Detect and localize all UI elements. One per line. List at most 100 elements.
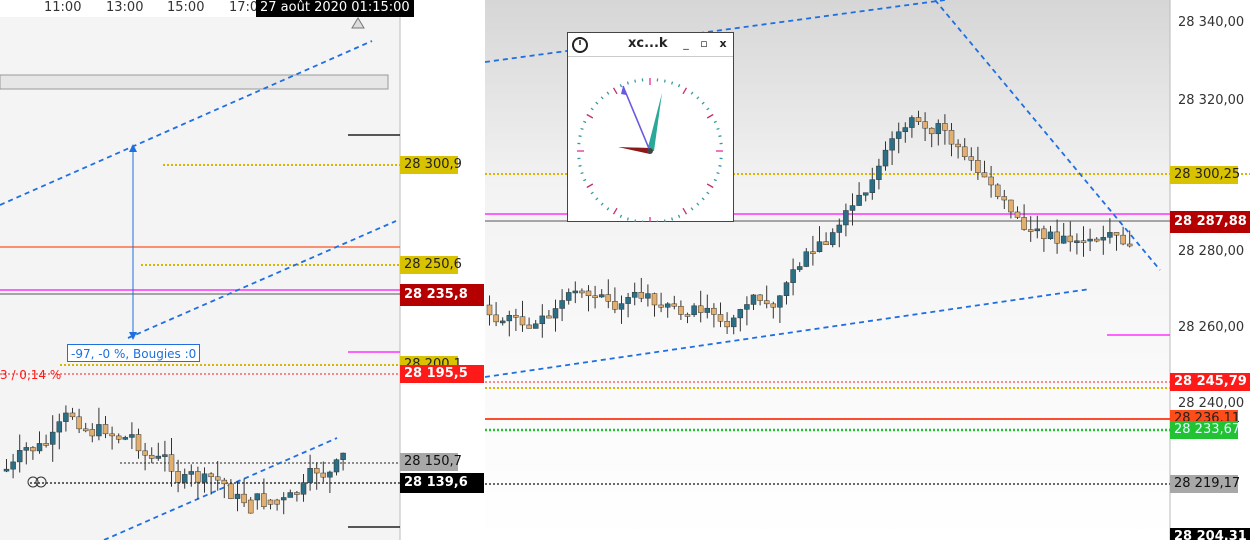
clock-tick [718,164,722,167]
clock-tick [671,81,674,85]
candle [1100,237,1107,241]
candle [69,412,76,418]
candle [816,241,823,253]
clock-tick [586,183,594,189]
candle [1080,240,1087,243]
price-label: 28 233,67 [1170,421,1240,439]
maximize-button[interactable]: ▫ [697,36,711,52]
candle [115,435,122,440]
candle [506,315,513,322]
candle [340,452,346,460]
candle [1014,211,1021,218]
candle [201,473,208,483]
close-button[interactable]: x [716,36,730,52]
time-label: 13:00 [106,0,144,15]
candle [895,131,902,139]
price-label: 28 219,17 [1170,475,1240,493]
candle [909,117,915,128]
current-price-label: 28 235,8 [400,284,484,306]
clock-tick [690,91,694,95]
candle [869,179,876,193]
candle [981,172,988,178]
candle [188,471,195,475]
clock-tick [612,207,618,215]
current-price-label: 28 287,88 [1170,211,1250,233]
axis-tick: 28 240,00 [1178,396,1245,411]
clock-tick [682,87,688,95]
price-label: 28 250,6 [400,256,462,274]
clock-tick [706,107,710,111]
candle [546,315,552,319]
candle [320,472,327,478]
candle [1060,235,1067,244]
candle [30,447,36,452]
clock-tick [595,101,599,105]
clock-titlebar[interactable]: xc...k _ ▫ x [568,33,733,57]
minimize-button[interactable]: _ [679,36,693,52]
clock-tick [716,127,720,130]
candle [175,471,181,483]
candle [763,300,770,305]
clock-tick [696,96,700,100]
candle [63,412,69,422]
clock-tick [701,197,705,201]
clock-window[interactable]: xc...k _ ▫ x [567,32,734,222]
candle [526,324,532,329]
candle [605,294,612,302]
candle [1041,228,1047,240]
clock-tick [713,178,717,182]
candle [658,304,664,308]
clock-tick [663,219,666,222]
candle [790,269,796,283]
clock-hour-hand [618,147,650,154]
clock-tick [634,79,637,83]
candle [1087,238,1093,242]
price-label: 28 139,6 [400,473,484,493]
candle [777,295,783,308]
candle [810,251,816,254]
candle [3,468,10,472]
clock-tick [606,207,610,211]
clock-tick [671,217,674,221]
candle [519,316,526,326]
candle [796,266,803,270]
candle [862,192,869,196]
clock-tick [682,207,688,215]
cursor-date-label: 27 août 2020 01:15:00 [256,0,414,17]
price-label: 28 195,5 [400,365,484,383]
candle [829,232,836,245]
clock-tick [600,202,604,206]
clock-tick [626,81,629,85]
clock-tick [706,191,710,195]
candle [961,146,968,157]
candle [915,117,922,122]
candle [843,210,849,226]
left-chart-pane[interactable]: 11:00 13:00 15:00 17:0 27 août 2020 01:1… [0,0,485,540]
clock-tick [600,96,604,100]
candle [96,424,102,437]
time-label: 15:00 [167,0,205,15]
clock-tick [690,207,694,211]
candle [109,433,115,437]
candle [1047,231,1054,240]
candle [214,476,221,481]
candle [241,493,247,504]
candle [162,454,168,457]
candle [1008,199,1014,213]
candle [856,194,862,206]
candle [1001,196,1008,201]
candle [757,294,763,301]
candle [228,483,234,499]
clock-tick [677,84,681,88]
candle [168,454,175,472]
candle [499,320,506,324]
candle [181,474,188,483]
percent-text: 3 / 0,14 % [0,368,62,382]
axis-tick: 28 340,00 [1178,15,1245,30]
measure-tool-label[interactable]: -97, -0 %, Bougies :0 [67,344,201,362]
candle [664,303,671,308]
candle [16,450,23,463]
left-plot-bg [0,17,400,540]
candle [691,305,697,316]
candle [36,443,43,452]
